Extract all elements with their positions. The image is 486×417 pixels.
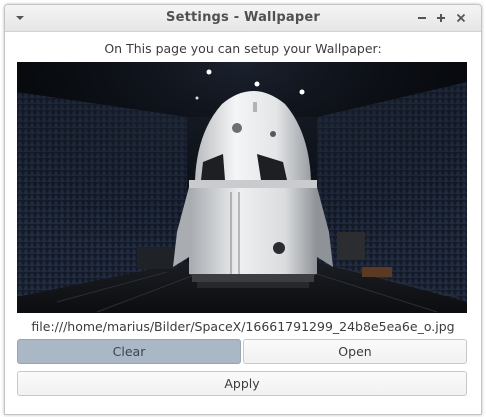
- close-button[interactable]: [452, 9, 470, 27]
- spacecraft-image: [17, 62, 467, 313]
- clear-button[interactable]: Clear: [17, 339, 241, 364]
- title-bar[interactable]: Settings - Wallpaper: [5, 5, 481, 32]
- window-title: Settings - Wallpaper: [166, 10, 320, 25]
- minimize-button[interactable]: [413, 9, 431, 27]
- close-icon: [456, 13, 466, 23]
- wallpaper-file-path: file:///home/marius/Bilder/SpaceX/166617…: [31, 319, 455, 334]
- settings-window: Settings - Wallpaper On This page you ca…: [4, 4, 482, 415]
- open-button[interactable]: Open: [243, 339, 467, 364]
- wallpaper-preview-image: [17, 62, 467, 313]
- apply-button[interactable]: Apply: [17, 371, 467, 396]
- minimize-icon: [418, 17, 426, 19]
- maximize-button[interactable]: [432, 9, 450, 27]
- plus-icon: [437, 14, 445, 22]
- instruction-label: On This page you can setup your Wallpape…: [104, 41, 382, 56]
